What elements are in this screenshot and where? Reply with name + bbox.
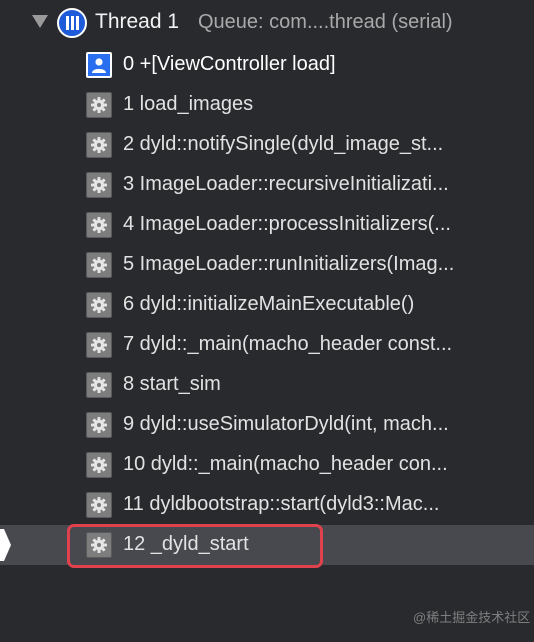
- stack-frame-row[interactable]: 5 ImageLoader::runInitializers(Imag...: [0, 245, 534, 285]
- user-code-icon: [86, 52, 112, 78]
- highlight-annotation-box: [67, 524, 323, 568]
- stack-frame-row[interactable]: 8 start_sim: [0, 365, 534, 405]
- watermark: @稀土掘金技术社区: [413, 610, 531, 625]
- gear-icon: [86, 452, 112, 478]
- stack-frame-row[interactable]: 2 dyld::notifySingle(dyld_image_st...: [0, 125, 534, 165]
- gear-icon: [86, 332, 112, 358]
- disclosure-triangle-icon[interactable]: [32, 15, 48, 28]
- gear-icon: [86, 212, 112, 238]
- stack-frame-label: 0 +[ViewController load]: [123, 53, 336, 75]
- thread-icon: [57, 8, 87, 38]
- stack-frame-row[interactable]: 6 dyld::initializeMainExecutable(): [0, 285, 534, 325]
- gear-icon: [86, 132, 112, 158]
- gear-icon: [86, 412, 112, 438]
- thread-queue-label: Queue: com....thread (serial): [198, 11, 453, 33]
- stack-frame-row[interactable]: 1 load_images: [0, 85, 534, 125]
- stack-frame-row[interactable]: 4 ImageLoader::processInitializers(...: [0, 205, 534, 245]
- gear-icon: [86, 252, 112, 278]
- stack-frame-label: 3 ImageLoader::recursiveInitializati...: [123, 173, 449, 195]
- stack-frame-label: 10 dyld::_main(macho_header con...: [123, 453, 448, 475]
- stack-frame-label: 1 load_images: [123, 93, 254, 115]
- gear-icon: [86, 292, 112, 318]
- gear-icon: [86, 172, 112, 198]
- stack-frame-row[interactable]: 7 dyld::_main(macho_header const...: [0, 325, 534, 365]
- thread-title: Thread 1: [95, 10, 180, 33]
- stack-frame-label: 4 ImageLoader::processInitializers(...: [123, 213, 451, 235]
- stack-frame-label: 8 start_sim: [123, 373, 221, 395]
- gear-icon: [86, 372, 112, 398]
- program-counter-arrow-icon: [0, 529, 12, 561]
- stack-frame-label: 2 dyld::notifySingle(dyld_image_st...: [123, 133, 444, 155]
- stack-frame-row[interactable]: 0 +[ViewController load]: [0, 45, 534, 85]
- stack-frame-label: 9 dyld::useSimulatorDyld(int, mach...: [123, 413, 449, 435]
- thread-row[interactable]: Thread 1 Queue: com....thread (serial): [0, 6, 534, 42]
- gear-icon: [86, 92, 112, 118]
- stack-frame-row[interactable]: 3 ImageLoader::recursiveInitializati...: [0, 165, 534, 205]
- stack-frame-row[interactable]: 11 dyldbootstrap::start(dyld3::Mac...: [0, 485, 534, 525]
- stack-frame-row[interactable]: 10 dyld::_main(macho_header con...: [0, 445, 534, 485]
- stack-frame-label: 11 dyldbootstrap::start(dyld3::Mac...: [123, 493, 440, 515]
- stack-frame-label: 7 dyld::_main(macho_header const...: [123, 333, 453, 355]
- stack-frame-label: 6 dyld::initializeMainExecutable(): [123, 293, 415, 315]
- gear-icon: [86, 492, 112, 518]
- stack-frame-label: 5 ImageLoader::runInitializers(Imag...: [123, 253, 455, 275]
- stack-frame-row[interactable]: 9 dyld::useSimulatorDyld(int, mach...: [0, 405, 534, 445]
